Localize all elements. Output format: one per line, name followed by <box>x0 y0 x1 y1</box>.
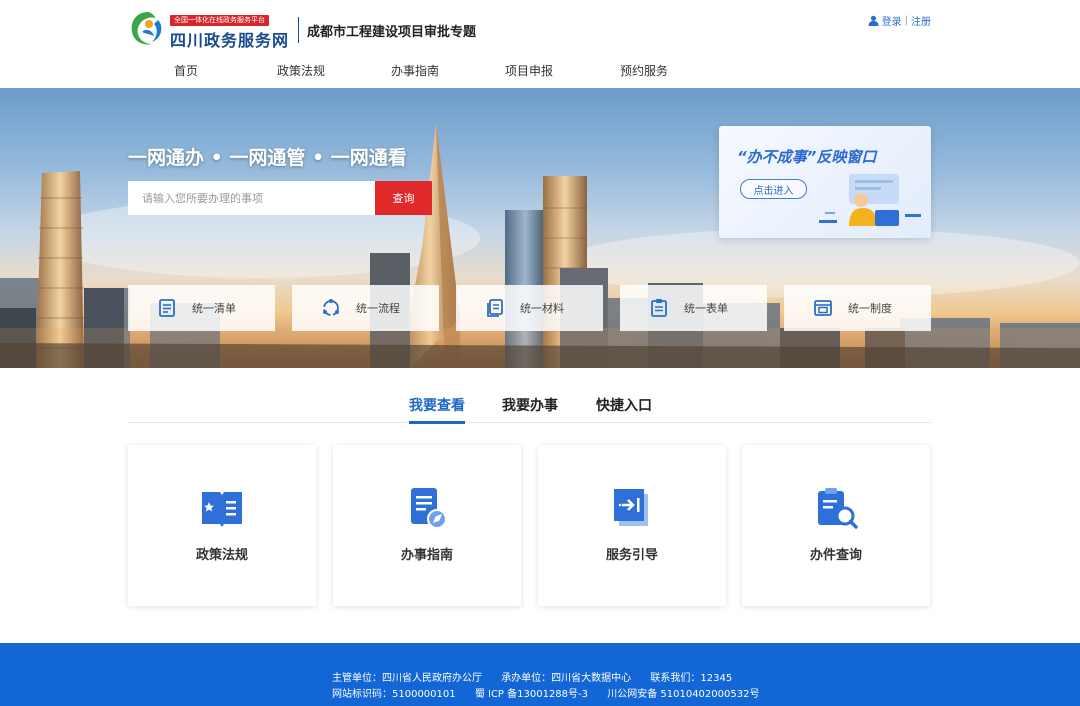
unify-materials-label: 统一材料 <box>520 302 564 315</box>
unify-list-label: 统一清单 <box>192 302 236 315</box>
unify-system-button[interactable]: 统一制度 <box>784 285 931 331</box>
unify-form-label: 统一表单 <box>684 302 728 315</box>
search-button[interactable]: 查询 <box>375 181 432 215</box>
platform-badge: 全国一体化在线政务服务平台 <box>170 15 269 26</box>
auth-separator: | <box>904 15 908 26</box>
card-case-search[interactable]: 办件查询 <box>742 445 930 606</box>
auth-links: 登录 | 注册 <box>868 13 931 28</box>
card-service-guide-label: 服务引导 <box>605 548 658 563</box>
site-footer: 主管单位：四川省人民政府办公厅 承办单位：四川省大数据中心 联系我们：12345… <box>0 643 1080 706</box>
tab-quick-entry[interactable]: 快捷入口 <box>596 395 652 423</box>
unify-materials-button[interactable]: 统一材料 <box>456 285 603 331</box>
tab-handle[interactable]: 我要办事 <box>502 395 558 423</box>
footer-line-2: 网站标识码：5100000101 蜀 ICP 备13001288号-3 川公网安… <box>332 685 775 700</box>
list-icon <box>159 299 175 317</box>
site-logo-icon[interactable] <box>128 10 168 48</box>
search-input[interactable] <box>128 181 375 215</box>
site-header: 全国一体化在线政务服务平台 四川政务服务网 成都市工程建设项目审批专题 登录 |… <box>0 0 1080 91</box>
footer-icp[interactable]: 蜀 ICP 备13001288号-3 <box>475 689 588 700</box>
feedback-window-card[interactable]: “办不成事”反映窗口 点击进入 <box>719 126 931 238</box>
page: 全国一体化在线政务服务平台 四川政务服务网 成都市工程建设项目审批专题 登录 |… <box>0 0 1080 706</box>
process-icon <box>323 299 339 316</box>
card-guide[interactable]: 办事指南 <box>333 445 521 606</box>
brand-name[interactable]: 四川政务服务网 <box>170 27 289 51</box>
tab-view[interactable]: 我要查看 <box>409 395 465 424</box>
system-icon <box>814 300 832 316</box>
unify-system-label: 统一制度 <box>848 302 892 315</box>
card-service-guide[interactable]: 服务引导 <box>538 445 726 606</box>
unify-form-button[interactable]: 统一表单 <box>620 285 767 331</box>
hero-banner: 一网通办 • 一网通管 • 一网通看 查询 “办不成事”反映窗口 点击进入 <box>0 88 1080 368</box>
nav-item-project[interactable]: 项目申报 <box>505 62 553 88</box>
footer-organizer: 承办单位：四川省大数据中心 <box>501 673 632 684</box>
footer-contact: 联系我们：12345 <box>650 673 733 684</box>
brand-divider <box>298 17 299 43</box>
login-link[interactable]: 登录 <box>882 13 902 28</box>
card-guide-label: 办事指南 <box>400 548 453 563</box>
search-box: 查询 <box>128 181 432 215</box>
card-case-search-label: 办件查询 <box>809 548 862 563</box>
case-search-icon <box>818 488 858 529</box>
register-link[interactable]: 注册 <box>911 13 931 28</box>
unify-process-button[interactable]: 统一流程 <box>292 285 439 331</box>
card-policy-label: 政策法规 <box>195 548 248 563</box>
topic-title: 成都市工程建设项目审批专题 <box>307 25 477 40</box>
guide-document-icon <box>411 488 447 529</box>
footer-line-1: 主管单位：四川省人民政府办公厅 承办单位：四川省大数据中心 联系我们：12345 <box>332 669 748 684</box>
feedback-illustration-icon <box>819 174 921 226</box>
main-nav: 首页 政策法规 办事指南 项目申报 预约服务 <box>0 62 1080 91</box>
nav-item-guide[interactable]: 办事指南 <box>391 62 439 88</box>
form-icon <box>651 299 667 317</box>
nav-item-policy[interactable]: 政策法规 <box>277 62 325 88</box>
user-icon <box>868 15 879 26</box>
unify-process-label: 统一流程 <box>356 302 400 315</box>
nav-item-appointment[interactable]: 预约服务 <box>620 62 668 88</box>
footer-site-id: 网站标识码：5100000101 <box>332 689 456 700</box>
footer-supervisor: 主管单位：四川省人民政府办公厅 <box>332 673 482 684</box>
materials-icon <box>487 299 503 317</box>
feedback-enter-button[interactable]: 点击进入 <box>740 179 807 199</box>
nav-item-home[interactable]: 首页 <box>174 62 199 91</box>
hero-slogan: 一网通办 • 一网通管 • 一网通看 <box>128 147 407 169</box>
card-policy[interactable]: 政策法规 <box>128 445 316 606</box>
feedback-title: “办不成事”反映窗口 <box>737 148 877 166</box>
policy-book-icon <box>202 492 242 527</box>
service-guide-icon <box>614 489 648 526</box>
unify-list-button[interactable]: 统一清单 <box>128 285 275 331</box>
footer-police-record[interactable]: 川公网安备 51010402000532号 <box>607 689 759 700</box>
content-tabs: 我要查看 我要办事 快捷入口 <box>128 395 931 424</box>
